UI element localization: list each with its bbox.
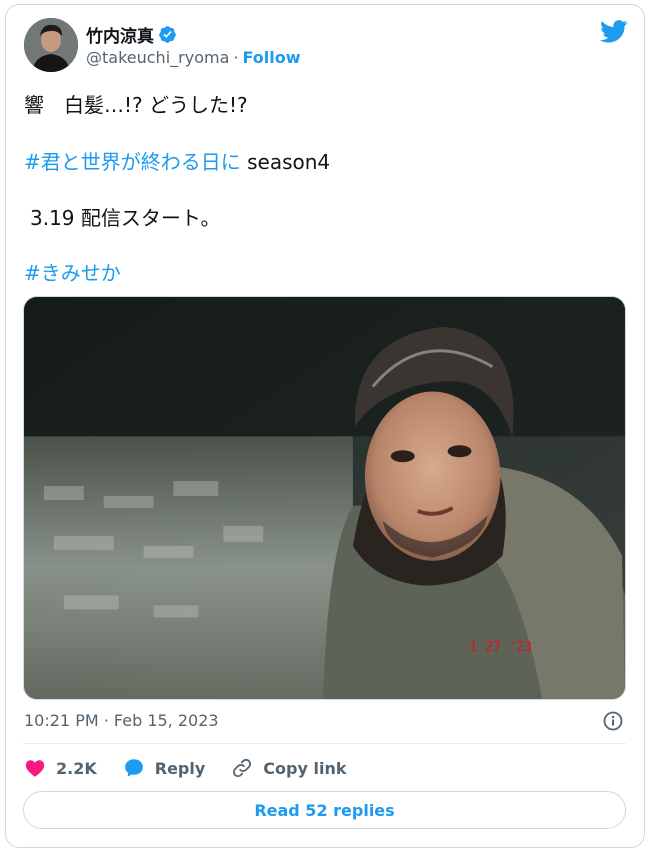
like-count: 2.2K	[56, 758, 97, 778]
tweet-text-line-4: #きみせか	[24, 257, 121, 286]
tweet-text-line-2: #君と世界が終わる日に season4	[24, 146, 330, 175]
copy-link-button[interactable]: Copy link	[231, 757, 346, 779]
separator-dot: ·	[233, 48, 239, 67]
reply-label: Reply	[154, 758, 206, 778]
tweet-text-line-3: 3.19 配信スタート。	[30, 206, 221, 230]
author-avatar[interactable]	[24, 18, 78, 72]
author-handle[interactable]: @takeuchi_ryoma	[86, 48, 229, 67]
heart-icon	[25, 760, 45, 777]
author-display-name[interactable]: 竹内涼真	[86, 22, 154, 47]
like-button[interactable]: 2.2K	[24, 757, 97, 779]
follow-button[interactable]: Follow	[242, 48, 300, 67]
link-icon	[233, 758, 252, 778]
photo-date-stamp: 1 27 '23	[470, 640, 532, 655]
author-name-row[interactable]: 竹内涼真	[86, 22, 177, 47]
divider	[23, 743, 626, 744]
hashtag-link[interactable]: #君と世界が終わる日に	[24, 150, 241, 174]
twitter-bird-icon[interactable]	[600, 20, 628, 44]
verified-badge-icon	[158, 25, 177, 44]
reply-bubble-icon	[124, 759, 143, 777]
info-icon[interactable]	[603, 711, 623, 731]
hashtag-link[interactable]: #きみせか	[24, 261, 121, 285]
tweet-text-line-1: 響 白髪…!? どうした!?	[24, 93, 248, 117]
tweet-text-season: season4	[240, 150, 331, 174]
tweet-timestamp[interactable]: 10:21 PM · Feb 15, 2023	[24, 711, 219, 730]
copy-link-label: Copy link	[263, 758, 347, 778]
tweet-photo[interactable]: 1 27 '23	[23, 296, 626, 700]
read-replies-button[interactable]: Read 52 replies	[23, 791, 626, 829]
author-handle-row: @takeuchi_ryoma · Follow	[86, 48, 300, 67]
tweet-actions: 2.2K Reply Copy link	[24, 756, 372, 780]
reply-button[interactable]: Reply	[123, 757, 206, 779]
